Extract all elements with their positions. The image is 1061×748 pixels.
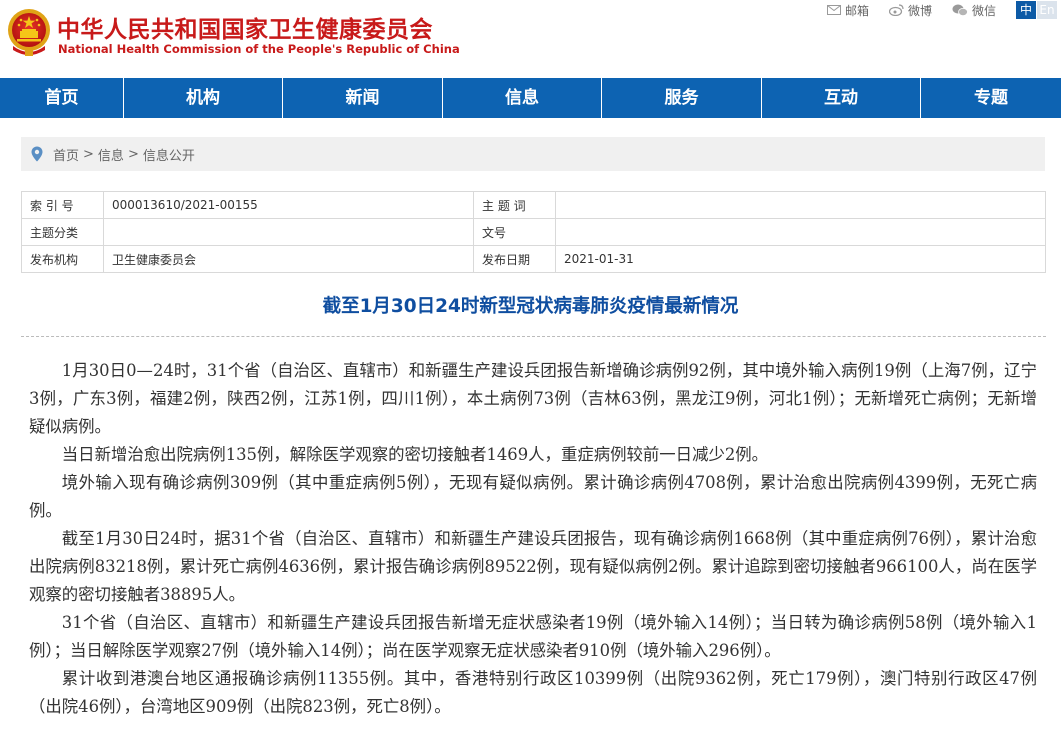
- document-meta-table: 索 引 号 000013610/2021-00155 主 题 词 主题分类 文号…: [21, 191, 1046, 273]
- article-paragraph: 境外输入现有确诊病例309例（其中重症病例5例），无现有疑似病例。累计确诊病例4…: [29, 473, 1037, 520]
- national-emblem-icon[interactable]: [5, 6, 53, 58]
- wechat-label: 微信: [971, 3, 996, 18]
- article-body: 1月30日0—24时，31个省（自治区、直辖市）和新疆生产建设兵团报告新增确诊病…: [29, 357, 1037, 721]
- publisher-label: 发布机构: [21, 245, 104, 273]
- breadcrumb-separator: >: [83, 146, 94, 162]
- category-label: 主题分类: [21, 218, 104, 246]
- mail-icon: [826, 5, 841, 15]
- table-row: 主题分类 文号: [21, 218, 1046, 246]
- nav-item-interaction[interactable]: 互动: [762, 78, 921, 118]
- weibo-label: 微博: [907, 3, 932, 18]
- publisher-value: 卫生健康委员会: [103, 245, 474, 273]
- mail-label: 邮箱: [844, 3, 869, 18]
- wechat-icon: [952, 4, 968, 16]
- article-paragraph: 31个省（自治区、直辖市）和新疆生产建设兵团报告新增无症状感染者19例（境外输入…: [29, 613, 1037, 660]
- article-title: 截至1月30日24时新型冠状病毒肺炎疫情最新情况: [322, 296, 739, 317]
- keyword-label: 主 题 词: [473, 191, 556, 219]
- main-nav: 首页 机构 新闻 信息 服务 互动 专题: [0, 78, 1061, 118]
- lang-cn-button[interactable]: 中: [1016, 1, 1036, 19]
- mail-link[interactable]: 邮箱: [826, 2, 869, 19]
- weibo-link[interactable]: 微博: [888, 2, 932, 19]
- article-paragraph: 1月30日0—24时，31个省（自治区、直辖市）和新疆生产建设兵团报告新增确诊病…: [29, 361, 1037, 436]
- site-header: 中华人民共和国国家卫生健康委员会 National Health Commiss…: [0, 0, 1061, 78]
- weibo-icon: [888, 4, 904, 16]
- index-label: 索 引 号: [21, 191, 104, 219]
- breadcrumb-home[interactable]: 首页: [53, 145, 79, 164]
- nav-item-news[interactable]: 新闻: [283, 78, 443, 118]
- lang-en-button[interactable]: En: [1037, 1, 1057, 19]
- article-paragraph: 累计收到港澳台地区通报确诊病例11355例。其中，香港特别行政区10399例（出…: [29, 669, 1037, 716]
- date-value: 2021-01-31: [555, 245, 1046, 273]
- breadcrumb-information[interactable]: 信息: [98, 145, 124, 164]
- article-paragraph: 当日新增治愈出院病例135例，解除医学观察的密切接触者1469人，重症病例较前一…: [61, 445, 769, 464]
- wechat-link[interactable]: 微信: [952, 2, 996, 19]
- breadcrumb-info-disclosure[interactable]: 信息公开: [143, 145, 195, 164]
- index-value: 000013610/2021-00155: [103, 191, 474, 219]
- breadcrumb-separator: >: [127, 146, 139, 162]
- date-label: 发布日期: [473, 245, 556, 273]
- table-row: 发布机构 卫生健康委员会 发布日期 2021-01-31: [21, 245, 1046, 273]
- table-row: 索 引 号 000013610/2021-00155 主 题 词: [21, 191, 1046, 219]
- article-paragraph: 截至1月30日24时，据31个省（自治区、直辖市）和新疆生产建设兵团报告，现有确…: [29, 529, 1037, 604]
- nav-item-services[interactable]: 服务: [602, 78, 762, 118]
- docno-label: 文号: [473, 218, 556, 246]
- docno-value: [555, 218, 1046, 246]
- site-title-en[interactable]: National Health Commission of the People…: [58, 42, 460, 56]
- nav-item-organization[interactable]: 机构: [124, 78, 283, 118]
- title-divider: [21, 336, 1046, 337]
- nav-item-information[interactable]: 信息: [443, 78, 602, 118]
- nav-item-home[interactable]: 首页: [0, 78, 124, 118]
- location-pin-icon: [31, 146, 43, 162]
- keyword-value: [555, 191, 1046, 219]
- breadcrumb: 首页 > 信息 > 信息公开: [21, 137, 1045, 171]
- nav-item-topics[interactable]: 专题: [921, 78, 1061, 118]
- category-value: [103, 218, 474, 246]
- site-title-cn[interactable]: 中华人民共和国国家卫生健康委员会: [57, 10, 433, 44]
- top-links: 邮箱 微博 微信 中 En: [826, 0, 1061, 20]
